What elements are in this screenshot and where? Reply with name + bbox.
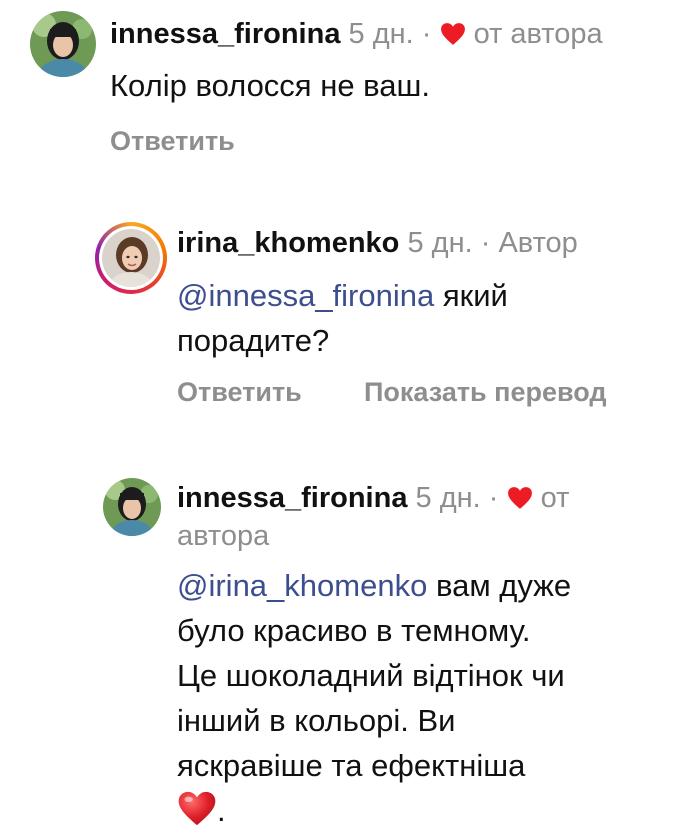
comment-text-part: Це шоколадний відтінок чи (177, 658, 565, 693)
comment-time: 5 дн. (407, 227, 473, 259)
author-like-label: от (540, 482, 570, 514)
comment-1: innessa_fironina 5 дн. · от автора Колір… (0, 0, 700, 170)
heart-icon (507, 487, 532, 509)
comment-header: irina_khomenko 5 дн. · Автор (177, 223, 578, 263)
avatar[interactable] (102, 229, 160, 287)
username[interactable]: innessa_fironina (177, 482, 407, 514)
comment-time: 5 дн. (348, 18, 414, 50)
comment-text-part: . (217, 793, 226, 828)
username[interactable]: irina_khomenko (177, 227, 399, 259)
comment-header: innessa_fironina 5 дн. · от автора (110, 14, 603, 54)
mention-link[interactable]: @irina_khomenko (177, 568, 427, 603)
story-ring[interactable] (95, 222, 167, 294)
separator: · (480, 227, 491, 259)
comment-text-part: яскравіше та ефектніша (177, 748, 526, 783)
comment-header: innessa_fironina 5 дн. · от (177, 478, 569, 518)
comment-text-part: було красиво в темному. (177, 613, 531, 648)
comment-text: @irina_khomenko вам дуже було красиво в … (177, 563, 571, 833)
comment-text-part: інший в кольорі. Ви (177, 703, 456, 738)
comment-3: innessa_fironina 5 дн. · от автора @irin… (0, 465, 700, 828)
comment-2: irina_khomenko 5 дн. · Автор @innessa_fi… (0, 210, 700, 420)
separator: · (421, 18, 432, 50)
mention-link[interactable]: @innessa_fironina (177, 278, 434, 313)
comment-text-part: порадите? (177, 323, 330, 358)
comment-time: 5 дн. (415, 482, 481, 514)
heart-icon (440, 23, 465, 45)
heart-emoji-icon (178, 791, 216, 826)
author-label: Автор (498, 227, 578, 259)
separator: · (488, 482, 499, 514)
avatar[interactable] (103, 478, 161, 536)
comment-text-part: вам дуже (435, 568, 572, 603)
translate-button[interactable]: Показать перевод (364, 377, 607, 408)
author-like-label-cont: автора (177, 520, 270, 552)
comment-text: Колір волосся не ваш. (110, 68, 431, 103)
reply-button[interactable]: Ответить (177, 377, 302, 408)
comment-text: @innessa_fironina який порадите? (177, 273, 508, 363)
username[interactable]: innessa_fironina (110, 18, 340, 50)
reply-button[interactable]: Ответить (110, 126, 235, 157)
comment-text-part: який (442, 278, 508, 313)
avatar[interactable] (30, 11, 96, 77)
author-like-label: от автора (473, 18, 603, 50)
